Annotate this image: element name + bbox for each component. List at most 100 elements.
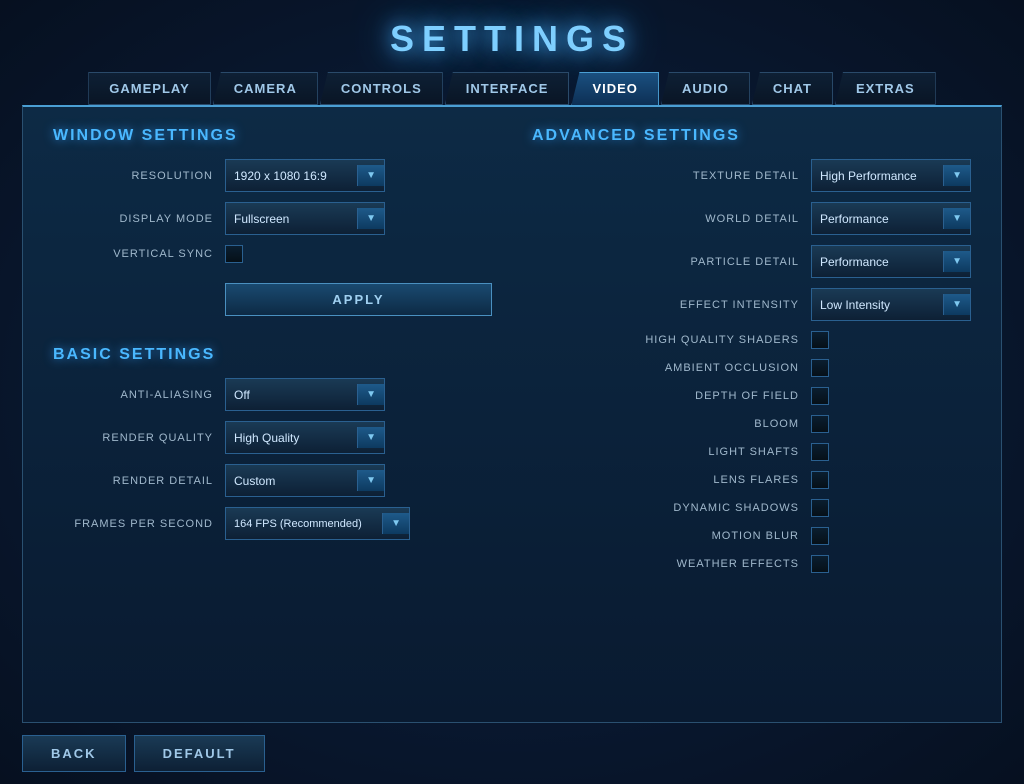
dynamic-shadows-label: DYNAMIC SHADOWS [532, 502, 799, 514]
resolution-dropdown-arrow: ▼ [357, 165, 384, 186]
right-column: ADVANCED SETTINGS TEXTURE DETAIL High Pe… [532, 127, 971, 702]
anti-aliasing-row: ANTI-ALIASING Off ▼ [53, 378, 492, 411]
texture-detail-value: High Performance [820, 169, 917, 183]
display-mode-row: DISPLAY MODE Fullscreen ▼ [53, 202, 492, 235]
texture-detail-arrow: ▼ [943, 165, 970, 186]
fps-dropdown[interactable]: 164 FPS (Recommended) ▼ [225, 507, 410, 540]
bloom-row: BLOOM [532, 415, 971, 433]
light-shafts-checkbox[interactable] [811, 443, 829, 461]
light-shafts-label: LIGHT SHAFTS [532, 446, 799, 458]
anti-aliasing-label: ANTI-ALIASING [53, 389, 213, 401]
texture-detail-label: TEXTURE DETAIL [532, 170, 799, 182]
depth-of-field-checkbox[interactable] [811, 387, 829, 405]
texture-detail-control: High Performance ▼ [811, 159, 971, 192]
effect-intensity-dropdown[interactable]: Low Intensity ▼ [811, 288, 971, 321]
effect-intensity-label: EFFECT INTENSITY [532, 299, 799, 311]
motion-blur-label: MOTION BLUR [532, 530, 799, 542]
render-quality-dropdown[interactable]: High Quality ▼ [225, 421, 385, 454]
lens-flares-checkbox[interactable] [811, 471, 829, 489]
ambient-occlusion-row: AMBIENT OCCLUSION [532, 359, 971, 377]
render-quality-label: RENDER QUALITY [53, 432, 213, 444]
dynamic-shadows-checkbox[interactable] [811, 499, 829, 517]
high-quality-shaders-checkbox[interactable] [811, 331, 829, 349]
texture-detail-row: TEXTURE DETAIL High Performance ▼ [532, 159, 971, 192]
fps-value: 164 FPS (Recommended) [234, 518, 362, 530]
ambient-occlusion-control [811, 359, 971, 377]
particle-detail-row: PARTICLE DETAIL Performance ▼ [532, 245, 971, 278]
ambient-occlusion-checkbox[interactable] [811, 359, 829, 377]
world-detail-dropdown[interactable]: Performance ▼ [811, 202, 971, 235]
resolution-value: 1920 x 1080 16:9 [234, 169, 327, 183]
fps-arrow: ▼ [382, 513, 409, 534]
high-quality-shaders-control [811, 331, 971, 349]
default-button[interactable]: DEFAULT [134, 735, 265, 772]
tab-camera[interactable]: CAMERA [213, 72, 318, 105]
display-mode-dropdown[interactable]: Fullscreen ▼ [225, 202, 385, 235]
content-area: WINDOW SETTINGS RESOLUTION 1920 x 1080 1… [22, 105, 1002, 723]
left-column: WINDOW SETTINGS RESOLUTION 1920 x 1080 1… [53, 127, 492, 702]
high-quality-shaders-label: HIGH QUALITY SHADERS [532, 334, 799, 346]
render-detail-label: RENDER DETAIL [53, 475, 213, 487]
render-detail-row: RENDER DETAIL Custom ▼ [53, 464, 492, 497]
tab-gameplay[interactable]: GAMEPLAY [88, 72, 210, 105]
tab-audio[interactable]: AUDIO [661, 72, 750, 105]
ambient-occlusion-label: AMBIENT OCCLUSION [532, 362, 799, 374]
bloom-checkbox[interactable] [811, 415, 829, 433]
apply-button[interactable]: APPLY [225, 283, 492, 316]
basic-settings-header: BASIC SETTINGS [53, 346, 492, 364]
vsync-checkbox[interactable] [225, 245, 243, 263]
window-settings-section: WINDOW SETTINGS RESOLUTION 1920 x 1080 1… [53, 127, 492, 316]
depth-of-field-control [811, 387, 971, 405]
world-detail-row: WORLD DETAIL Performance ▼ [532, 202, 971, 235]
particle-detail-control: Performance ▼ [811, 245, 971, 278]
world-detail-value: Performance [820, 212, 889, 226]
bloom-control [811, 415, 971, 433]
effect-intensity-arrow: ▼ [943, 294, 970, 315]
vsync-label: VERTICAL SYNC [53, 248, 213, 260]
particle-detail-label: PARTICLE DETAIL [532, 256, 799, 268]
anti-aliasing-value: Off [234, 388, 250, 402]
tab-video[interactable]: VIDEO [571, 72, 658, 105]
main-container: SETTINGS GAMEPLAY CAMERA CONTROLS INTERF… [0, 0, 1024, 784]
weather-effects-row: WEATHER EFFECTS [532, 555, 971, 573]
fps-row: FRAMES PER SECOND 164 FPS (Recommended) … [53, 507, 492, 540]
display-mode-dropdown-arrow: ▼ [357, 208, 384, 229]
render-detail-value: Custom [234, 474, 275, 488]
advanced-settings-header: ADVANCED SETTINGS [532, 127, 971, 145]
world-detail-control: Performance ▼ [811, 202, 971, 235]
tab-extras[interactable]: EXTRAS [835, 72, 936, 105]
render-detail-arrow: ▼ [357, 470, 384, 491]
effect-intensity-control: Low Intensity ▼ [811, 288, 971, 321]
tab-bar: GAMEPLAY CAMERA CONTROLS INTERFACE VIDEO… [88, 72, 935, 105]
back-button[interactable]: BACK [22, 735, 126, 772]
display-mode-label: DISPLAY MODE [53, 213, 213, 225]
depth-of-field-label: DEPTH OF FIELD [532, 390, 799, 402]
light-shafts-row: LIGHT SHAFTS [532, 443, 971, 461]
basic-settings-section: BASIC SETTINGS ANTI-ALIASING Off ▼ RENDE… [53, 346, 492, 550]
particle-detail-value: Performance [820, 255, 889, 269]
particle-detail-arrow: ▼ [943, 251, 970, 272]
texture-detail-dropdown[interactable]: High Performance ▼ [811, 159, 971, 192]
render-detail-dropdown[interactable]: Custom ▼ [225, 464, 385, 497]
effect-intensity-row: EFFECT INTENSITY Low Intensity ▼ [532, 288, 971, 321]
dynamic-shadows-row: DYNAMIC SHADOWS [532, 499, 971, 517]
weather-effects-checkbox[interactable] [811, 555, 829, 573]
anti-aliasing-dropdown[interactable]: Off ▼ [225, 378, 385, 411]
display-mode-value: Fullscreen [234, 212, 289, 226]
particle-detail-dropdown[interactable]: Performance ▼ [811, 245, 971, 278]
lens-flares-label: LENS FLARES [532, 474, 799, 486]
motion-blur-row: MOTION BLUR [532, 527, 971, 545]
resolution-dropdown[interactable]: 1920 x 1080 16:9 ▼ [225, 159, 385, 192]
tab-interface[interactable]: INTERFACE [445, 72, 570, 105]
render-quality-arrow: ▼ [357, 427, 384, 448]
dynamic-shadows-control [811, 499, 971, 517]
tab-controls[interactable]: CONTROLS [320, 72, 443, 105]
vsync-row: VERTICAL SYNC [53, 245, 492, 263]
page-title: SETTINGS [390, 18, 634, 60]
vsync-checkbox-container [225, 245, 243, 263]
fps-label: FRAMES PER SECOND [53, 518, 213, 530]
tab-chat[interactable]: CHAT [752, 72, 833, 105]
motion-blur-checkbox[interactable] [811, 527, 829, 545]
high-quality-shaders-row: HIGH QUALITY SHADERS [532, 331, 971, 349]
depth-of-field-row: DEPTH OF FIELD [532, 387, 971, 405]
